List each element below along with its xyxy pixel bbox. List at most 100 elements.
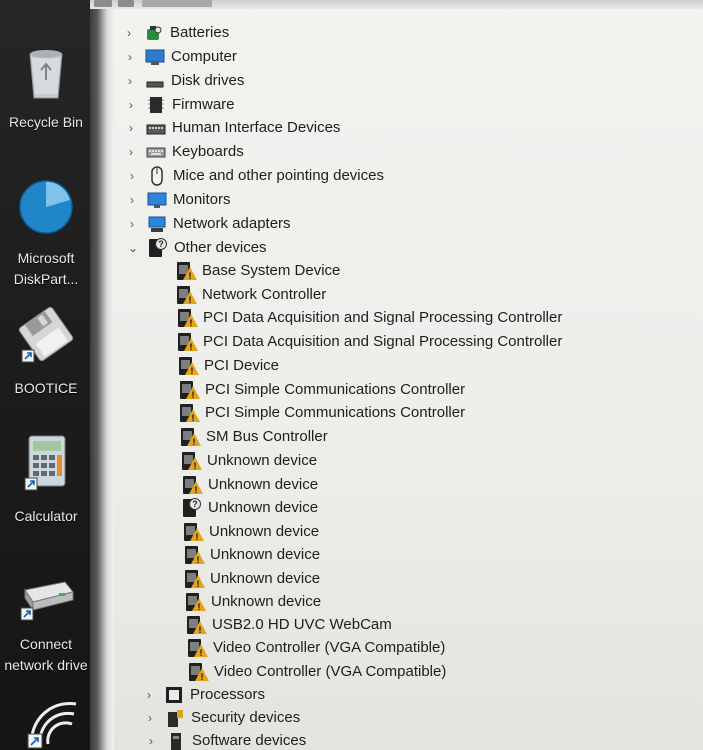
- chevron-down-icon[interactable]: ⌄: [126, 241, 140, 255]
- tree-item-label: PCI Device: [204, 357, 280, 374]
- tree-item-other-devices[interactable]: ⌄ ? Other devices: [126, 236, 267, 259]
- tree-item-mice-and-other-pointing-devices[interactable]: › Mice and other pointing devices: [125, 164, 384, 187]
- keyboard-icon: [146, 147, 166, 157]
- tree-child-item[interactable]: ! PCI Simple Communications Controller: [179, 401, 465, 424]
- chevron-right-icon[interactable]: ›: [123, 74, 137, 88]
- chevron-right-icon[interactable]: ›: [125, 217, 139, 231]
- warning-device-icon: !: [176, 285, 197, 305]
- warning-device-icon: !: [179, 380, 200, 400]
- toolbar-button[interactable]: [142, 0, 212, 7]
- software-device-icon: [171, 732, 181, 750]
- tree-item-label: Base System Device: [202, 262, 341, 279]
- tree-item-label: PCI Data Acquisition and Signal Processi…: [203, 309, 563, 326]
- toolbar-button[interactable]: [94, 0, 112, 7]
- warning-device-icon: !: [176, 261, 197, 281]
- processor-icon: [166, 686, 182, 703]
- warning-device-icon: !: [185, 592, 206, 612]
- chevron-right-icon[interactable]: ›: [144, 734, 158, 748]
- tree-child-item[interactable]: ! PCI Data Acquisition and Signal Proces…: [177, 330, 562, 353]
- tree-child-item[interactable]: ! Unknown device: [184, 543, 320, 566]
- warning-device-icon: !: [180, 427, 201, 447]
- chevron-right-icon[interactable]: ›: [125, 169, 139, 183]
- chevron-right-icon[interactable]: ›: [125, 193, 139, 207]
- disk-drive-icon: [146, 81, 164, 87]
- network-drive-icon: [20, 581, 74, 621]
- warning-device-icon: !: [179, 403, 200, 423]
- unknown-help-device-icon: ?: [182, 497, 202, 518]
- tree-item-keyboards[interactable]: › Keyboards: [124, 140, 244, 163]
- tree-child-item[interactable]: ! PCI Simple Communications Controller: [179, 378, 465, 401]
- tree-child-item[interactable]: ? Unknown device: [182, 496, 318, 519]
- tree-item-label: Human Interface Devices: [172, 119, 341, 136]
- warning-device-icon: !: [184, 569, 205, 589]
- window-toolbar: [90, 0, 703, 9]
- floppy-disk-icon: [18, 306, 74, 363]
- warning-device-icon: !: [183, 522, 204, 542]
- tree-item-label: Unknown device: [208, 476, 319, 493]
- tree-item-disk-drives[interactable]: › Disk drives: [123, 69, 244, 92]
- mouse-icon: [151, 165, 163, 186]
- security-device-icon: [168, 709, 183, 727]
- desktop-panel: Recycle Bin Microsoft DiskPart... BOOTIC…: [0, 0, 92, 750]
- recycle-bin-icon: [29, 50, 63, 99]
- warning-device-icon: !: [188, 662, 209, 682]
- tree-child-item[interactable]: ! Network Controller: [176, 283, 326, 306]
- tree-item-label: Processors: [190, 686, 266, 703]
- tree-child-item[interactable]: ! SM Bus Controller: [180, 425, 328, 448]
- tree-item-label: PCI Data Acquisition and Signal Processi…: [203, 333, 563, 350]
- tree-child-item[interactable]: ! USB2.0 HD UVC WebCam: [186, 613, 392, 636]
- other-devices-icon: ?: [148, 237, 168, 258]
- desktop-icon-label: BOOTICE: [14, 380, 78, 396]
- chevron-right-icon[interactable]: ›: [123, 50, 137, 64]
- tree-child-item[interactable]: ! PCI Data Acquisition and Signal Proces…: [177, 306, 562, 329]
- tree-item-label: PCI Simple Communications Controller: [205, 404, 466, 421]
- tree-child-item[interactable]: ! Unknown device: [184, 567, 320, 590]
- desktop-icon-diskpart[interactable]: Microsoft DiskPart...: [0, 178, 92, 290]
- tree-item-label: Computer: [171, 48, 237, 65]
- tree-item-label: Unknown device: [210, 546, 321, 563]
- wifi-icon[interactable]: [26, 696, 82, 750]
- tree-item-computer[interactable]: › Computer: [123, 45, 237, 68]
- tree-item-monitors[interactable]: › Monitors: [125, 188, 231, 211]
- battery-icon: [147, 25, 162, 40]
- desktop-icon-recycle-bin[interactable]: Recycle Bin: [0, 44, 92, 133]
- tree-child-item[interactable]: ! Unknown device: [185, 590, 321, 613]
- desktop-icon-calculator[interactable]: Calculator: [0, 434, 92, 527]
- chevron-right-icon[interactable]: ›: [124, 145, 138, 159]
- tree-item-processors[interactable]: › Processors: [142, 683, 265, 706]
- tree-item-software-devices[interactable]: › Software devices: [144, 729, 306, 750]
- chevron-right-icon[interactable]: ›: [143, 711, 157, 725]
- desktop-icon-bootice[interactable]: BOOTICE: [0, 306, 92, 399]
- network-adapter-icon: [148, 216, 166, 232]
- tree-item-label: Keyboards: [172, 143, 244, 160]
- hid-icon: [146, 124, 166, 134]
- tree-item-label: Network adapters: [173, 215, 291, 232]
- chevron-right-icon[interactable]: ›: [122, 26, 136, 40]
- device-manager-tree: › Batteries › Computer › Disk drives › F…: [114, 9, 703, 750]
- tree-item-label: Disk drives: [171, 72, 245, 89]
- tree-item-firmware[interactable]: › Firmware: [124, 93, 235, 116]
- tree-child-item[interactable]: ! Video Controller (VGA Compatible): [187, 636, 445, 659]
- chevron-right-icon[interactable]: ›: [142, 688, 156, 702]
- toolbar-button[interactable]: [118, 0, 134, 7]
- tree-child-item[interactable]: ! Unknown device: [183, 520, 319, 543]
- tree-item-label: Firmware: [172, 96, 235, 113]
- tree-child-item[interactable]: ! PCI Device: [178, 354, 279, 377]
- tree-item-label: Unknown device: [209, 523, 320, 540]
- tree-child-item[interactable]: ! Video Controller (VGA Compatible): [188, 660, 446, 683]
- tree-item-network-adapters[interactable]: › Network adapters: [125, 212, 291, 235]
- tree-child-item[interactable]: ! Unknown device: [182, 473, 318, 496]
- chevron-right-icon[interactable]: ›: [124, 98, 138, 112]
- tree-item-label: Video Controller (VGA Compatible): [214, 663, 447, 680]
- tree-item-label: SM Bus Controller: [206, 428, 328, 445]
- chevron-right-icon[interactable]: ›: [124, 121, 138, 135]
- desktop-icon-connect-network-drive[interactable]: Connect network drive: [0, 578, 92, 676]
- tree-item-batteries[interactable]: › Batteries: [122, 21, 229, 44]
- monitor-icon: [147, 192, 167, 208]
- tree-item-security-devices[interactable]: › Security devices: [143, 706, 300, 729]
- tree-child-item[interactable]: ! Base System Device: [176, 259, 340, 282]
- tree-child-item[interactable]: ! Unknown device: [181, 449, 317, 472]
- tree-item-human-interface-devices[interactable]: › Human Interface Devices: [124, 116, 340, 139]
- tree-item-label: Network Controller: [202, 286, 327, 303]
- warning-device-icon: !: [177, 332, 198, 352]
